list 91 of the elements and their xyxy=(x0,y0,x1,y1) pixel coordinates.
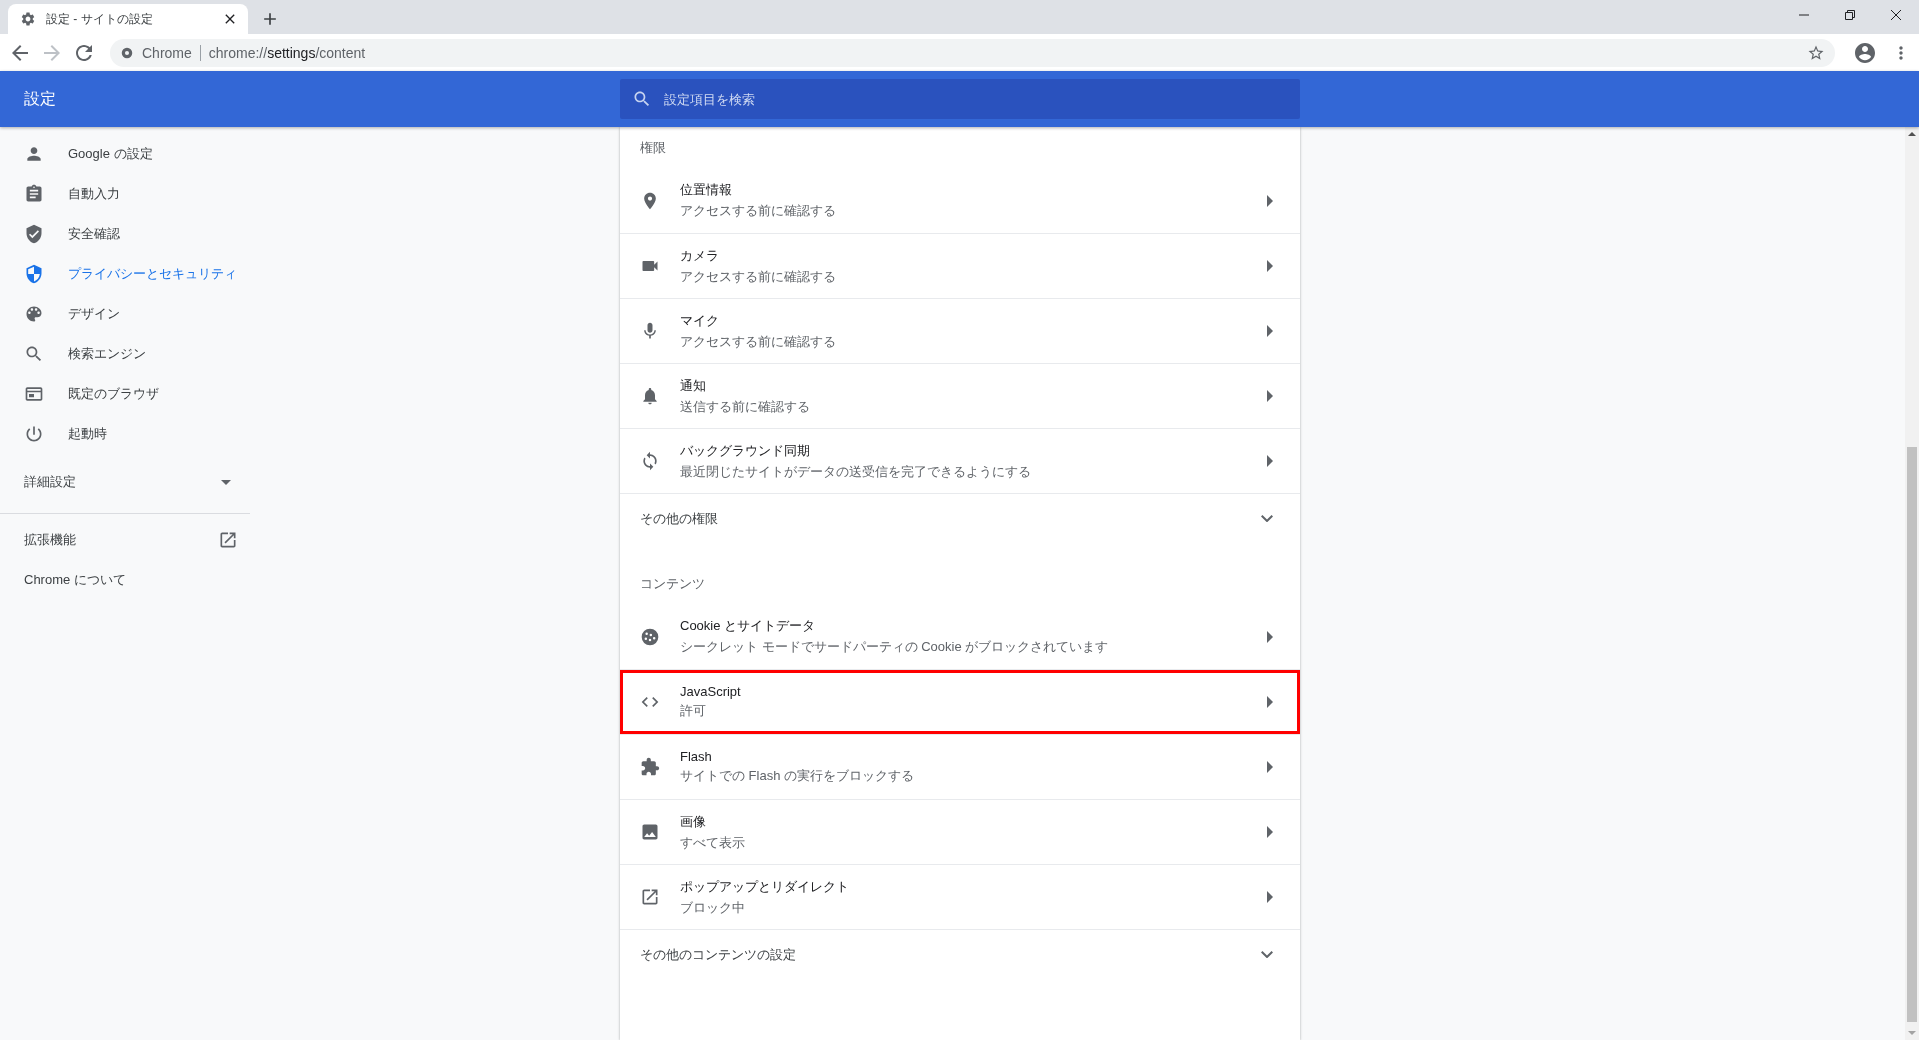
arrow-right-icon xyxy=(1267,390,1273,402)
sidebar-item[interactable]: Google の設定 xyxy=(0,134,250,174)
search-icon xyxy=(24,344,44,364)
browser-window-icon xyxy=(24,384,44,404)
arrow-right-icon xyxy=(1267,455,1273,467)
arrow-right-icon xyxy=(1267,630,1273,643)
sidebar-item[interactable]: 検索エンジン xyxy=(0,334,250,374)
row-subtitle: ブロック中 xyxy=(680,898,746,917)
section-heading: 権限 xyxy=(639,138,667,157)
dropdown-icon xyxy=(221,479,231,485)
settings-row[interactable]: カメラ アクセスする前に確認する xyxy=(620,233,1300,298)
url-text: chrome://settings/content xyxy=(208,44,366,61)
row-subtitle: 許可 xyxy=(680,702,707,720)
chevron-icon xyxy=(1261,950,1273,959)
settings-row[interactable]: 通知 送信する前に確認する xyxy=(620,363,1300,428)
advanced-settings-toggle[interactable]: 詳細設定 xyxy=(0,462,250,502)
row-title: その他の権限 xyxy=(640,509,718,528)
sidebar-item[interactable]: プライバシーとセキュリティ xyxy=(0,254,250,294)
external-link-icon xyxy=(218,530,238,550)
arrow-right-icon xyxy=(1267,696,1273,708)
row-title: カメラ xyxy=(680,246,720,265)
row-title: 通知 xyxy=(680,376,707,395)
row-title: その他のコンテンツの設定 xyxy=(640,945,796,964)
back-arrow-icon[interactable] xyxy=(12,44,28,61)
cookie-icon xyxy=(640,626,660,647)
settings-row[interactable]: 画像 すべて表示 xyxy=(620,799,1300,864)
settings-row[interactable]: ポップアップとリダイレクト ブロック中 xyxy=(620,864,1300,929)
site-info-icon xyxy=(120,45,134,60)
browser-tab[interactable]: 設定 - サイトの設定 xyxy=(8,4,248,34)
row-subtitle: 最近閉じたサイトがデータの送受信を完了できるようにする xyxy=(680,462,1032,481)
puzzle-piece-icon xyxy=(640,757,660,777)
extensions-link[interactable]: 拡張機能 xyxy=(0,520,250,560)
sidebar-item[interactable]: 自動入力 xyxy=(0,174,250,214)
sidebar-item[interactable]: 安全確認 xyxy=(0,214,250,254)
clipboard-icon xyxy=(24,184,44,204)
sidebar-item[interactable]: 既定のブラウザ xyxy=(0,374,250,414)
scroll-up-arrow-icon[interactable] xyxy=(1908,132,1916,136)
restore-icon[interactable] xyxy=(1844,9,1856,21)
row-subtitle: アクセスする前に確認する xyxy=(680,267,837,286)
row-title: JavaScript xyxy=(680,684,742,699)
arrow-right-icon xyxy=(1267,325,1273,337)
page-title: 設定 xyxy=(23,88,57,109)
sidebar-item[interactable]: 起動時 xyxy=(0,414,250,454)
row-subtitle: アクセスする前に確認する xyxy=(680,202,837,220)
settings-row[interactable]: Cookie とサイトデータ シークレット モードでサードパーティの Cookie がブロックされています xyxy=(620,604,1300,669)
arrow-right-icon xyxy=(1267,260,1273,272)
chevron-icon xyxy=(1261,514,1273,523)
bell-icon xyxy=(640,386,660,406)
row-subtitle: 送信する前に確認する xyxy=(680,397,811,416)
arrow-right-icon xyxy=(1267,761,1273,773)
scrollbar[interactable] xyxy=(1905,127,1919,1040)
row-subtitle: サイトでの Flash の実行をブロックする xyxy=(680,767,915,785)
shield-icon xyxy=(24,264,44,284)
expandable-row[interactable]: その他の権限 xyxy=(620,493,1300,543)
row-title: マイク xyxy=(680,311,720,330)
settings-row[interactable]: マイク アクセスする前に確認する xyxy=(620,298,1300,363)
minimize-icon[interactable] xyxy=(1798,14,1810,16)
site-label: Chrome xyxy=(142,44,192,61)
row-title: 画像 xyxy=(680,812,707,831)
sync-icon xyxy=(640,451,660,471)
row-title: ポップアップとリダイレクト xyxy=(680,877,850,896)
account-icon[interactable] xyxy=(1853,40,1877,65)
tab-title: 設定 - サイトの設定 xyxy=(46,10,154,28)
search-field[interactable]: 設定項目を検索 xyxy=(620,79,1300,119)
settings-row[interactable]: 位置情報 アクセスする前に確認する xyxy=(620,168,1300,233)
row-subtitle: すべて表示 xyxy=(680,833,746,852)
arrow-right-icon xyxy=(1267,891,1273,903)
arrow-right-icon xyxy=(1267,194,1273,207)
about-chrome-link[interactable]: Chrome について xyxy=(0,560,250,600)
image-icon xyxy=(640,822,660,842)
row-title: Flash xyxy=(680,749,713,764)
row-subtitle: シークレット モードでサードパーティの Cookie がブロックされています xyxy=(680,638,1110,656)
row-title: 位置情報 xyxy=(680,181,733,199)
reload-icon[interactable] xyxy=(76,44,92,61)
settings-row[interactable]: バックグラウンド同期 最近閉じたサイトがデータの送受信を完了できるようにする xyxy=(620,428,1300,493)
row-title: Cookie とサイトデータ xyxy=(680,617,817,635)
expandable-row[interactable]: その他のコンテンツの設定 xyxy=(620,929,1300,979)
row-subtitle: アクセスする前に確認する xyxy=(680,332,837,351)
arrow-right-icon xyxy=(1267,826,1273,838)
close-icon[interactable] xyxy=(1890,9,1902,21)
gear-icon xyxy=(20,11,36,27)
section-heading: コンテンツ xyxy=(639,574,706,593)
settings-row[interactable]: JavaScript 許可 xyxy=(620,669,1300,734)
row-title: バックグラウンド同期 xyxy=(680,441,811,460)
address-bar[interactable]: Chrome chrome://settings/content xyxy=(110,38,1835,67)
settings-row[interactable]: Flash サイトでの Flash の実行をブロックする xyxy=(620,734,1300,799)
power-icon xyxy=(24,424,44,444)
external-link-icon xyxy=(640,887,660,907)
shield-check-icon xyxy=(24,224,44,244)
palette-icon xyxy=(24,304,44,324)
sidebar-item[interactable]: デザイン xyxy=(0,294,250,334)
